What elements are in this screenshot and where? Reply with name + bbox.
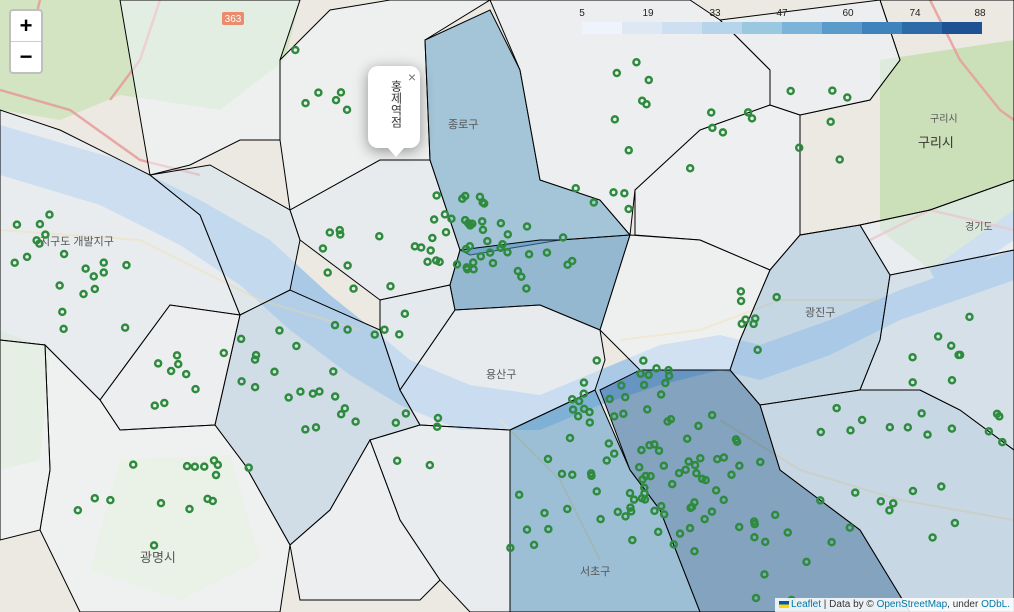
leaflet-link[interactable]: Leaflet bbox=[791, 599, 821, 610]
legend-ticks: 5 19 33 47 60 74 88 bbox=[579, 8, 986, 22]
legend-swatch bbox=[582, 22, 622, 34]
popup-store-name: 홍제역점 bbox=[389, 80, 403, 128]
label-gwangmyeong: 광명시 bbox=[140, 550, 176, 565]
popup-close-button[interactable]: × bbox=[408, 69, 416, 85]
osm-link[interactable]: OpenStreetMap bbox=[877, 599, 948, 610]
legend-tick: 5 bbox=[579, 8, 585, 19]
legend-swatch bbox=[862, 22, 902, 34]
legend-swatch bbox=[822, 22, 862, 34]
legend-tick: 47 bbox=[776, 8, 788, 19]
legend-tick: 33 bbox=[709, 8, 721, 19]
zoom-out-button[interactable]: − bbox=[11, 41, 41, 72]
legend-tick: 19 bbox=[642, 8, 654, 19]
label-guri-small: 구리시 bbox=[930, 113, 958, 125]
legend-tick: 60 bbox=[842, 8, 854, 19]
svg-text:363: 363 bbox=[225, 14, 242, 25]
legend-swatch bbox=[942, 22, 982, 34]
attribution-text-2: , under bbox=[947, 599, 982, 610]
legend-tick: 74 bbox=[909, 8, 921, 19]
store-popup: 홍제역점 × bbox=[368, 66, 420, 157]
legend-swatch bbox=[662, 22, 702, 34]
zoom-control: + − bbox=[9, 9, 43, 74]
attribution-text-1: | Data by © bbox=[821, 599, 877, 610]
label-gwangjin: 광진구 bbox=[805, 306, 835, 319]
zoom-in-button[interactable]: + bbox=[11, 11, 41, 41]
legend-swatch bbox=[902, 22, 942, 34]
label-gangseo: 지구도 개발지구 bbox=[40, 235, 114, 248]
label-yongsan: 용산구 bbox=[486, 368, 516, 381]
legend-swatch bbox=[622, 22, 662, 34]
map-canvas[interactable]: 지구도 개발지구 광명시 서초구 용산구 종로구 광진구 구리시 구리시 경기도… bbox=[0, 0, 1014, 612]
legend-color-bar bbox=[582, 22, 982, 34]
map-attribution: Leaflet | Data by © OpenStreetMap, under… bbox=[774, 598, 1014, 612]
legend-swatch bbox=[782, 22, 822, 34]
flag-icon bbox=[778, 600, 789, 608]
legend-swatch bbox=[702, 22, 742, 34]
legend-tick: 88 bbox=[974, 8, 986, 19]
label-guri: 구리시 bbox=[918, 135, 954, 150]
highway-shield-363: 363 bbox=[222, 12, 244, 25]
odbl-link[interactable]: ODbL. bbox=[981, 599, 1010, 610]
legend-swatch bbox=[742, 22, 782, 34]
label-jongno: 종로구 bbox=[448, 119, 478, 131]
label-expressway: 경기도 bbox=[965, 220, 993, 233]
color-legend: 5 19 33 47 60 74 88 bbox=[579, 8, 986, 36]
popup-tip bbox=[388, 148, 404, 157]
label-seocho: 서초구 bbox=[580, 565, 610, 578]
